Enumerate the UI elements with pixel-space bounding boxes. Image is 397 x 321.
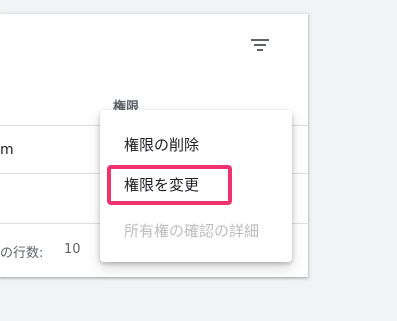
rows-per-page-select[interactable]: 10 xyxy=(64,242,81,257)
rows-per-page-label: の行数: xyxy=(0,246,44,261)
page: 権限 m の行数: 10 権限の削除 権限を変更 所有権の確認の詳細 xyxy=(0,0,397,321)
menu-item-remove-permission[interactable]: 権限の削除 xyxy=(100,127,292,163)
filter-button[interactable] xyxy=(244,30,276,58)
highlight-box xyxy=(107,165,232,205)
table-row-text: m xyxy=(0,142,14,158)
filter-list-icon xyxy=(251,39,269,51)
menu-item-ownership-details: 所有権の確認の詳細 xyxy=(124,222,260,240)
